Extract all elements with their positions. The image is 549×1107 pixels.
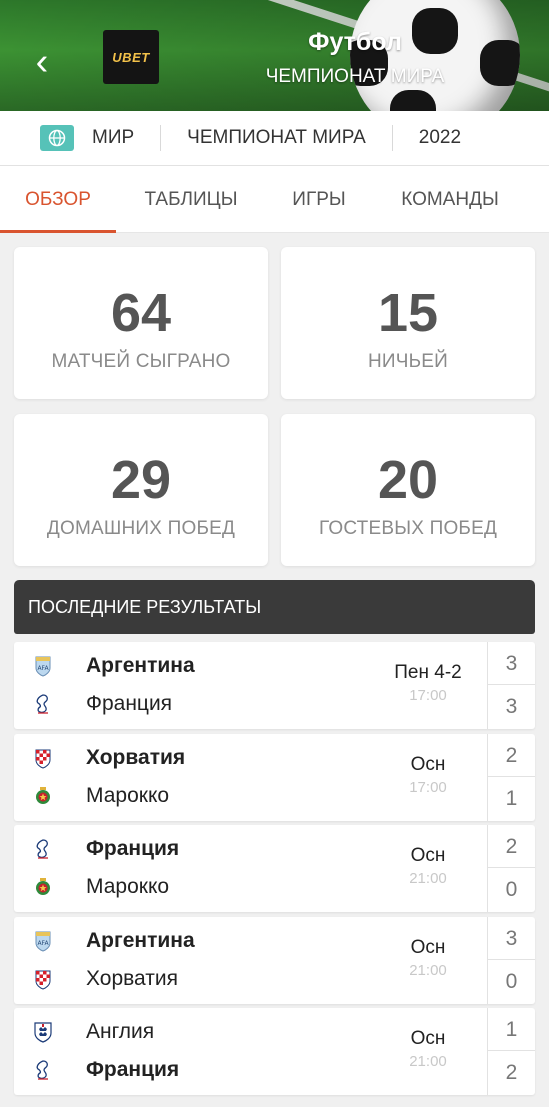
page-title: Футбол: [308, 28, 402, 56]
croatia-crest-icon: [32, 746, 54, 770]
away-score: 3: [505, 695, 518, 718]
stat-value: 64: [110, 283, 172, 343]
home-score: 3: [488, 917, 535, 960]
globe-icon: [40, 125, 74, 151]
stat-card-home-wins: 29 ДОМАШНИХ ПОБЕД: [14, 414, 268, 566]
home-score: 1: [488, 1008, 535, 1051]
svg-text:AFA: AFA: [37, 940, 49, 947]
croatia-crest-icon: [32, 967, 54, 991]
score-column: 3 0: [487, 917, 535, 1004]
recent-results-header: ПОСЛЕДНИЕ РЕЗУЛЬТАТЫ: [14, 580, 535, 634]
stat-label: НИЧЬЕЙ: [367, 351, 449, 372]
ubet-logo: UBET: [103, 30, 159, 84]
score-column: 2 1: [487, 734, 535, 821]
away-score: 1: [505, 787, 518, 810]
home-score: 3: [488, 642, 535, 685]
breadcrumb-tournament[interactable]: ЧЕМПИОНАТ МИРА: [161, 125, 393, 151]
home-team-name: Хорватия: [86, 745, 186, 769]
score-column: 3 3: [487, 642, 535, 729]
back-button[interactable]: ‹: [24, 40, 60, 84]
breadcrumb-season[interactable]: 2022: [393, 125, 487, 151]
match-status: Пен 4-2: [394, 662, 462, 683]
header-banner: ‹ UBET Футбол ЧЕМПИОНАТ МИРА: [0, 0, 549, 111]
morocco-crest-icon: [32, 784, 54, 808]
argentina-crest-icon: AFA: [32, 929, 54, 953]
stat-card-away-wins: 20 ГОСТЕВЫХ ПОБЕД: [281, 414, 535, 566]
away-team-name: Франция: [86, 691, 173, 715]
stat-label: МАТЧЕЙ СЫГРАНО: [51, 351, 231, 372]
match-time: 21:00: [409, 1053, 447, 1070]
score-column: 2 0: [487, 825, 535, 912]
match-row[interactable]: AFA Аргентина Хорватия Осн 21:00 3 0: [14, 917, 535, 1004]
france-crest-icon: [32, 692, 54, 716]
france-crest-icon: [32, 1058, 54, 1082]
home-team-name: Франция: [86, 836, 180, 860]
away-score: 0: [505, 970, 518, 993]
stat-card-draws: 15 НИЧЬЕЙ: [281, 247, 535, 399]
home-team: Англия: [14, 1013, 314, 1050]
tab-tables[interactable]: ТАБЛИЦЫ: [116, 166, 266, 233]
match-status: Осн: [410, 1028, 446, 1049]
home-score: 2: [488, 825, 535, 868]
away-team-name: Хорватия: [86, 966, 178, 990]
france-crest-icon: [32, 837, 54, 861]
away-team: Марокко: [14, 777, 314, 814]
tab-teams[interactable]: КОМАНДЫ: [372, 166, 528, 233]
breadcrumb: МИР ЧЕМПИОНАТ МИРА 2022: [0, 111, 549, 166]
home-score: 2: [488, 734, 535, 777]
away-team-name: Марокко: [86, 783, 170, 807]
tab-bar: ОБЗОР ТАБЛИЦЫ ИГРЫ КОМАНДЫ: [0, 166, 549, 233]
england-crest-icon: [32, 1020, 54, 1044]
breadcrumb-region[interactable]: МИР: [74, 125, 162, 151]
page-subtitle: ЧЕМПИОНАТ МИРА: [265, 66, 445, 87]
away-score: 0: [505, 878, 518, 901]
stat-card-matches-played: 64 МАТЧЕЙ СЫГРАНО: [14, 247, 268, 399]
morocco-crest-icon: [32, 875, 54, 899]
away-team: Франция: [14, 1051, 314, 1088]
tab-games[interactable]: ИГРЫ: [266, 166, 372, 233]
tab-overview[interactable]: ОБЗОР: [0, 166, 116, 233]
home-team-name: Аргентина: [86, 653, 195, 677]
score-column: 1 2: [487, 1008, 535, 1095]
back-arrow-icon: ‹: [35, 41, 49, 83]
argentina-crest-icon: AFA: [32, 654, 54, 678]
home-team: Франция: [14, 830, 314, 867]
away-score: 2: [505, 1061, 518, 1084]
stat-value: 29: [110, 450, 172, 510]
match-status: Осн: [410, 845, 446, 866]
stat-value: 15: [377, 283, 439, 343]
stat-label: ДОМАШНИХ ПОБЕД: [46, 518, 236, 539]
home-team: AFA Аргентина: [14, 647, 314, 684]
away-team-name: Франция: [86, 1057, 180, 1081]
svg-text:AFA: AFA: [37, 665, 49, 672]
home-team-name: Аргентина: [86, 928, 195, 952]
match-status: Осн: [410, 754, 446, 775]
match-row[interactable]: Англия Франция Осн 21:00 1 2: [14, 1008, 535, 1095]
away-team: Марокко: [14, 868, 314, 905]
home-team: AFA Аргентина: [14, 922, 314, 959]
match-time: 21:00: [409, 962, 447, 979]
home-team-name: Англия: [86, 1019, 155, 1043]
home-team: Хорватия: [14, 739, 314, 776]
stat-label: ГОСТЕВЫХ ПОБЕД: [318, 518, 498, 539]
away-team-name: Марокко: [86, 874, 170, 898]
match-time: 17:00: [409, 779, 447, 796]
match-time: 17:00: [409, 687, 447, 704]
match-row[interactable]: Франция Марокко Осн 21:00 2 0: [14, 825, 535, 912]
stat-value: 20: [377, 450, 439, 510]
match-row[interactable]: Хорватия Марокко Осн 17:00 2 1: [14, 734, 535, 821]
away-team: Хорватия: [14, 960, 314, 997]
match-time: 21:00: [409, 870, 447, 887]
match-status: Осн: [410, 937, 446, 958]
match-row[interactable]: AFA Аргентина Франция Пен 4-2 17:00 3 3: [14, 642, 535, 729]
away-team: Франция: [14, 685, 314, 722]
